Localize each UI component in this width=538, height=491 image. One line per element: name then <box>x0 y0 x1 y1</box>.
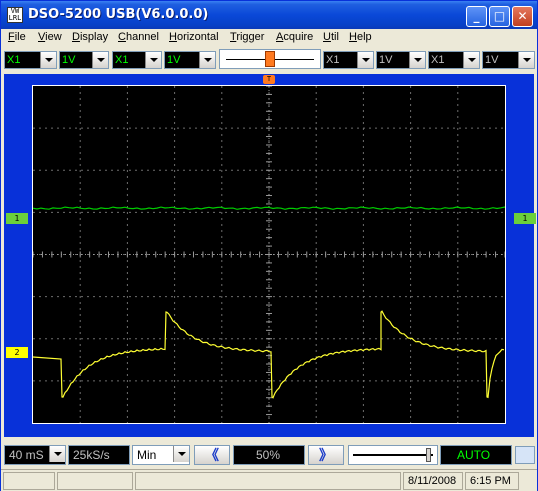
menu-view[interactable]: View <box>38 31 62 43</box>
trigger-status-icon[interactable] <box>515 446 535 464</box>
chevron-down-icon[interactable] <box>463 52 479 68</box>
acquire-mode-value: Min <box>137 448 157 462</box>
slider-track <box>353 454 433 456</box>
trigger-position-slider[interactable] <box>219 49 321 69</box>
scroll-right-button[interactable]: 》 <box>308 445 344 465</box>
ch1-trace <box>32 206 506 210</box>
ch1-volts-value: 1V <box>62 54 76 66</box>
ch3-volts-select[interactable]: 1V <box>376 51 426 69</box>
window-title: DSO-5200 USB(V6.0.0.0) <box>28 7 209 22</box>
maximize-button[interactable]: □ <box>489 6 510 27</box>
horizontal-toolbar: 40 mS 25kS/s Min 《 50% 》 AUTO <box>1 443 537 465</box>
status-bar: 8/11/2008 6:15 PM <box>1 469 537 491</box>
title-bar: VW LRL DSO-5200 USB(V6.0.0.0) _ □ ✕ <box>1 1 537 29</box>
ch2-probe-value: X1 <box>115 54 129 66</box>
status-panel-1 <box>3 472 55 490</box>
chevron-down-icon[interactable] <box>199 52 215 68</box>
position-field: 50% <box>233 445 305 465</box>
ch2-offset-marker[interactable]: 2 <box>6 347 28 358</box>
menu-display[interactable]: Display <box>72 31 108 43</box>
chevron-down-icon[interactable] <box>409 52 425 68</box>
ch3-probe-value: X1 <box>326 54 340 66</box>
close-button[interactable]: ✕ <box>512 6 533 27</box>
status-date: 8/11/2008 <box>403 472 463 490</box>
position-slider[interactable] <box>348 445 438 465</box>
app-icon: VW LRL <box>7 7 23 23</box>
trigger-marker[interactable]: T <box>263 75 275 84</box>
ch2-volts-value: 1V <box>167 54 181 66</box>
ch1-trigger-level-marker[interactable]: 1 <box>514 213 536 224</box>
ch2-probe-select[interactable]: X1 <box>112 51 162 69</box>
ch3-probe-select[interactable]: X1 <box>323 51 374 69</box>
menu-acquire[interactable]: Acquire <box>276 31 313 43</box>
timebase-value: 40 mS <box>9 448 44 462</box>
ch1-probe-value: X1 <box>7 54 21 66</box>
status-panel-3 <box>135 472 401 490</box>
ch1-volts-select[interactable]: 1V <box>59 51 109 69</box>
scope-panel: T 1 1 2 <box>4 74 536 437</box>
chevron-down-icon[interactable] <box>518 52 534 68</box>
ch4-probe-value: X1 <box>431 54 445 66</box>
menu-trigger[interactable]: Trigger <box>230 31 264 43</box>
slider-thumb[interactable] <box>426 448 431 462</box>
position-value: 50% <box>256 448 281 462</box>
sample-rate-field: 25kS/s <box>68 445 130 465</box>
acquire-mode-select[interactable]: Min <box>132 445 190 465</box>
waveform-display <box>32 85 506 423</box>
menu-bar: File View Display Channel Horizontal Tri… <box>1 29 537 47</box>
menu-help[interactable]: Help <box>349 31 372 43</box>
ch4-volts-value: 1V <box>485 54 499 66</box>
timebase-select[interactable]: 40 mS <box>4 445 66 465</box>
sample-rate-value: 25kS/s <box>73 448 110 462</box>
chevron-down-icon[interactable] <box>357 52 373 68</box>
status-panel-2 <box>57 472 133 490</box>
time-text: 6:15 PM <box>470 475 511 487</box>
scope-screen <box>32 85 506 424</box>
minimize-button[interactable]: _ <box>466 6 487 27</box>
chevron-down-icon[interactable] <box>49 446 65 462</box>
chevron-down-icon[interactable] <box>92 52 108 68</box>
menu-channel[interactable]: Channel <box>118 31 159 43</box>
ch3-volts-value: 1V <box>379 54 393 66</box>
ch1-probe-select[interactable]: X1 <box>4 51 57 69</box>
menu-file[interactable]: File <box>8 31 26 43</box>
app-window: VW LRL DSO-5200 USB(V6.0.0.0) _ □ ✕ File … <box>0 0 538 491</box>
chevron-down-icon[interactable] <box>40 52 56 68</box>
chevron-down-icon[interactable] <box>173 446 189 462</box>
run-mode-indicator[interactable]: AUTO <box>440 445 512 465</box>
menu-horizontal[interactable]: Horizontal <box>169 31 219 43</box>
status-time: 6:15 PM <box>465 472 519 490</box>
ch2-volts-select[interactable]: 1V <box>164 51 216 69</box>
menu-util[interactable]: Util <box>323 31 339 43</box>
ch4-volts-select[interactable]: 1V <box>482 51 535 69</box>
run-mode-value: AUTO <box>457 448 491 462</box>
date-text: 8/11/2008 <box>408 475 457 487</box>
slider-thumb[interactable] <box>265 51 275 67</box>
scroll-left-button[interactable]: 《 <box>194 445 230 465</box>
chevron-down-icon[interactable] <box>145 52 161 68</box>
ch1-offset-marker[interactable]: 1 <box>6 213 28 224</box>
ch4-probe-select[interactable]: X1 <box>428 51 480 69</box>
